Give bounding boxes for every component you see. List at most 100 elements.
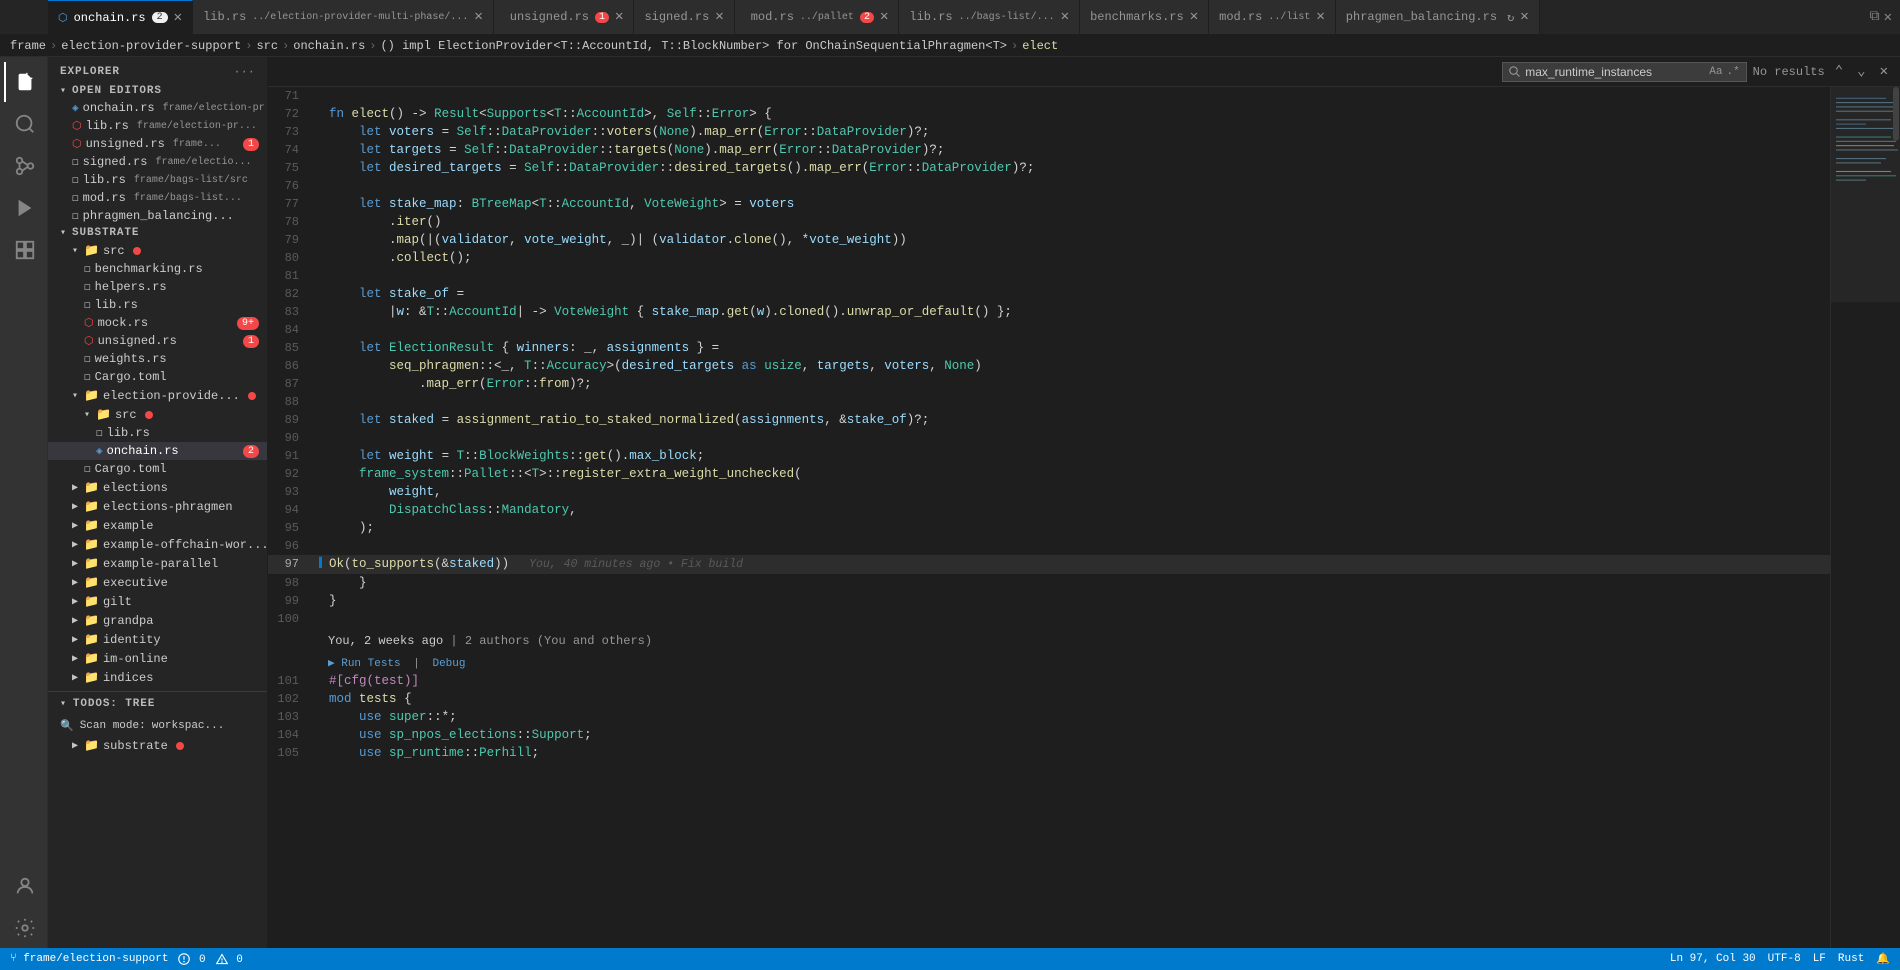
error-count[interactable]: 0 <box>178 953 205 966</box>
election-onchain-rs[interactable]: ◈ onchain.rs 2 <box>48 442 267 460</box>
open-editor-phragmen[interactable]: ◻ phragmen_balancing... <box>48 207 267 225</box>
git-branch[interactable]: ⑂ frame/election-support <box>10 953 168 965</box>
code-line: 87 .map_err(Error::from)?; <box>268 375 1830 393</box>
identity-folder[interactable]: ▶ 📁 identity <box>48 630 267 649</box>
activity-accounts[interactable] <box>4 866 44 906</box>
election-provider-folder[interactable]: ▾ 📁 election-provide... <box>48 386 267 405</box>
helpers-rs[interactable]: ◻ helpers.rs <box>48 278 267 296</box>
refresh-icon[interactable]: ↻ <box>1507 10 1514 25</box>
close-btn[interactable]: ✕ <box>1520 10 1528 24</box>
close-btn[interactable]: ✕ <box>715 10 723 24</box>
split-editor-btn[interactable]: ⧉ <box>1870 9 1880 25</box>
substrate-header[interactable]: ▾ SUBSTRATE <box>48 225 267 241</box>
match-case-btn[interactable]: Aa <box>1709 66 1722 78</box>
file-path: frame... <box>173 139 221 150</box>
tab-benchmarks-rs[interactable]: benchmarks.rs ✕ <box>1080 0 1209 35</box>
election-lib-rs[interactable]: ◻ lib.rs <box>48 424 267 442</box>
file-error-icon: ⬡ <box>72 119 82 133</box>
elections-phragmen-folder[interactable]: ▶ 📁 elections-phragmen <box>48 497 267 516</box>
cargo-toml[interactable]: ◻ Cargo.toml <box>48 368 267 386</box>
close-btn[interactable]: ✕ <box>1061 10 1069 24</box>
find-close-btn[interactable]: ✕ <box>1876 61 1892 82</box>
activity-extensions[interactable] <box>4 230 44 270</box>
tab-phragmen[interactable]: phragmen_balancing.rs ↻ ✕ <box>1336 0 1540 35</box>
sidebar-more-btn[interactable]: ··· <box>233 65 255 79</box>
open-editor-signed[interactable]: ◻ signed.rs frame/electio... <box>48 153 267 171</box>
gilt-folder[interactable]: ▶ 📁 gilt <box>48 592 267 611</box>
lib-rs[interactable]: ◻ lib.rs <box>48 296 267 314</box>
open-editor-lib[interactable]: ⬡ lib.rs frame/election-pr... <box>48 117 267 135</box>
example-folder[interactable]: ▶ 📁 example <box>48 516 267 535</box>
breadcrumb-file[interactable]: onchain.rs <box>293 39 365 53</box>
caret-icon: ▶ <box>72 596 78 608</box>
weights-rs[interactable]: ◻ weights.rs <box>48 350 267 368</box>
encoding[interactable]: UTF-8 <box>1768 953 1801 965</box>
activity-scm[interactable] <box>4 146 44 186</box>
activity-settings[interactable] <box>4 908 44 948</box>
more-tabs-btn[interactable]: ✕ <box>1884 9 1892 26</box>
line-ending[interactable]: LF <box>1813 953 1826 965</box>
code-line: 84 <box>268 321 1830 339</box>
open-editor-mod[interactable]: ◻ mod.rs frame/bags-list... <box>48 189 267 207</box>
tab-lib-rs-bags[interactable]: lib.rs ../bags-list/... ✕ <box>899 0 1080 35</box>
tab-unsigned-rs[interactable]: unsigned.rs 1 ✕ <box>494 0 635 35</box>
cursor-position[interactable]: Ln 97, Col 30 <box>1670 953 1756 965</box>
executive-folder[interactable]: ▶ 📁 executive <box>48 573 267 592</box>
grandpa-folder[interactable]: ▶ 📁 grandpa <box>48 611 267 630</box>
find-prev-btn[interactable]: ⌃ <box>1831 61 1847 82</box>
tab-close-btn[interactable]: ✕ <box>174 11 182 25</box>
debug-link[interactable]: Debug <box>432 658 465 670</box>
find-input[interactable] <box>1525 65 1705 79</box>
indices-folder[interactable]: ▶ 📁 indices <box>48 668 267 687</box>
im-online-folder[interactable]: ▶ 📁 im-online <box>48 649 267 668</box>
tab-mod-rs-list[interactable]: mod.rs ../list ✕ <box>1209 0 1336 35</box>
example-parallel-folder[interactable]: ▶ 📁 example-parallel <box>48 554 267 573</box>
caret-icon: ▶ <box>72 740 78 752</box>
find-next-btn[interactable]: ⌄ <box>1853 61 1869 82</box>
close-btn[interactable]: ✕ <box>880 10 888 24</box>
breadcrumb-impl[interactable]: () impl ElectionProvider<T::AccountId, T… <box>380 39 1007 53</box>
open-editor-lib-bags[interactable]: ◻ lib.rs frame/bags-list/src <box>48 171 267 189</box>
item-name: substrate <box>103 739 168 753</box>
activity-run[interactable] <box>4 188 44 228</box>
close-btn[interactable]: ✕ <box>615 10 623 24</box>
todos-substrate-item[interactable]: ▶ 📁 substrate <box>48 736 267 755</box>
breadcrumb-election[interactable]: election-provider-support <box>61 39 241 53</box>
elections-folder[interactable]: ▶ 📁 elections <box>48 478 267 497</box>
tab-onchain-rs[interactable]: ⬡ onchain.rs 2 ✕ <box>48 0 193 35</box>
close-btn[interactable]: ✕ <box>474 10 482 24</box>
file-name: Cargo.toml <box>95 370 167 384</box>
notifications-btn[interactable]: 🔔 <box>1876 952 1890 966</box>
file-error-icon: ⬡ <box>72 137 82 151</box>
election-cargo[interactable]: ◻ Cargo.toml <box>48 460 267 478</box>
close-btn[interactable]: ✕ <box>1316 10 1324 24</box>
close-btn[interactable]: ✕ <box>1190 10 1198 24</box>
breadcrumb-src[interactable]: src <box>256 39 278 53</box>
warning-count[interactable]: 0 <box>216 953 243 966</box>
file-path: frame/bags-list... <box>134 193 242 204</box>
run-tests-link[interactable]: ▶ Run Tests <box>328 658 401 670</box>
open-editor-unsigned[interactable]: ⬡ unsigned.rs frame... 1 <box>48 135 267 153</box>
todos-header[interactable]: ▾ TODOS: TREE <box>48 692 267 716</box>
codelens: ▶ Run Tests | Debug <box>268 654 1830 672</box>
open-editors-header[interactable]: ▾ OPEN EDITORS <box>48 83 267 99</box>
breadcrumb-elect[interactable]: elect <box>1022 39 1058 53</box>
caret-icon: ▾ <box>60 227 66 239</box>
activity-explorer[interactable] <box>4 62 44 102</box>
example-offchain-folder[interactable]: ▶ 📁 example-offchain-wor... <box>48 535 267 554</box>
activity-search[interactable] <box>4 104 44 144</box>
tab-mod-rs-pallet[interactable]: mod.rs ../pallet 2 ✕ <box>735 0 900 35</box>
language-mode[interactable]: Rust <box>1838 953 1864 965</box>
tab-signed-rs[interactable]: signed.rs ✕ <box>634 0 734 35</box>
code-editor[interactable]: 71 72 fn elect() -> Result<Supports<T::A… <box>268 87 1830 948</box>
tab-label: mod.rs <box>1219 10 1262 24</box>
tab-lib-rs-election[interactable]: lib.rs ../election-provider-multi-phase/… <box>193 0 494 35</box>
unsigned-rs-src[interactable]: ⬡ unsigned.rs 1 <box>48 332 267 350</box>
open-editor-onchain[interactable]: ◈ onchain.rs frame/election-pr... 2 <box>48 99 267 117</box>
src-folder[interactable]: ▾ 📁 src <box>48 241 267 260</box>
breadcrumb-frame[interactable]: frame <box>10 39 46 53</box>
benchmarking-rs[interactable]: ◻ benchmarking.rs <box>48 260 267 278</box>
regex-btn[interactable]: .* <box>1726 66 1739 78</box>
election-src-folder[interactable]: ▾ 📁 src <box>48 405 267 424</box>
mock-rs[interactable]: ⬡ mock.rs 9+ <box>48 314 267 332</box>
